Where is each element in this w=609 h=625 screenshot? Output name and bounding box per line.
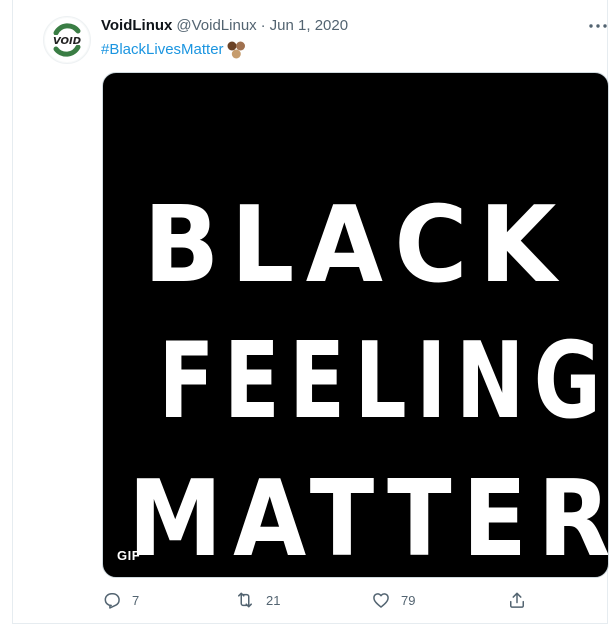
retweet-icon <box>238 592 252 608</box>
avatar-logo-text: VOID <box>53 36 81 47</box>
user-handle[interactable]: @VoidLinux <box>176 16 256 36</box>
reply-icon <box>104 593 120 609</box>
retweet-button[interactable]: 21 <box>234 588 280 612</box>
reply-button[interactable]: 7 <box>102 588 139 612</box>
heart-icon <box>373 593 389 608</box>
reply-count: 7 <box>132 592 140 608</box>
retweet-count: 21 <box>266 592 281 608</box>
dot-separator: · <box>260 17 266 34</box>
tweet-header: VoidLinux @VoidLinux · Jun 1, 2020 <box>101 16 348 36</box>
like-count: 79 <box>401 592 416 608</box>
share-button[interactable] <box>507 588 527 612</box>
void-logo-icon: VOID <box>45 18 89 62</box>
gif-badge: GIF <box>117 548 141 563</box>
page: VOID VoidLinux @VoidLinux · Jun 1, 2020 … <box>0 0 609 625</box>
like-button[interactable]: 79 <box>371 588 415 612</box>
more-options-button[interactable] <box>587 16 609 36</box>
more-dots-icon <box>589 24 607 28</box>
hashtag-link[interactable]: #BlackLivesMatter <box>101 40 224 60</box>
display-name[interactable]: VoidLinux <box>101 16 172 36</box>
gif-media[interactable]: BLACK FEELINGS MATTER GIF <box>102 72 609 578</box>
brown-circles-emoji-icon <box>226 40 246 60</box>
timestamp[interactable]: Jun 1, 2020 <box>270 16 348 36</box>
tweet-text: #BlackLivesMatter <box>101 39 246 61</box>
media-text-line: FEELINGS <box>158 320 609 442</box>
action-bar: 7 21 79 <box>101 588 609 612</box>
media-text-line: BLACK <box>143 184 568 306</box>
avatar[interactable]: VOID <box>43 16 91 64</box>
tweet-card: VOID VoidLinux @VoidLinux · Jun 1, 2020 … <box>12 0 609 624</box>
media-text-line: MATTER <box>128 458 609 578</box>
share-icon <box>510 592 524 608</box>
